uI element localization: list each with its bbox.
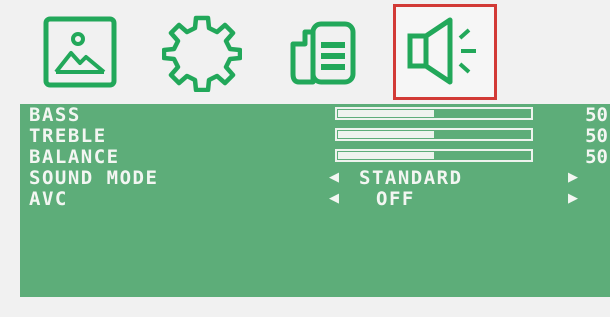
sound-mode-right-arrow-icon[interactable]: ▶ bbox=[568, 167, 578, 189]
avc-left-arrow-icon[interactable]: ◀ bbox=[329, 188, 339, 210]
tab-setup[interactable] bbox=[158, 4, 246, 100]
picture-icon bbox=[43, 16, 117, 88]
sound-mode-left-arrow-icon[interactable]: ◀ bbox=[329, 167, 339, 189]
bass-slider[interactable] bbox=[335, 107, 533, 120]
tab-sound[interactable] bbox=[393, 4, 497, 100]
tab-features[interactable] bbox=[279, 4, 367, 100]
balance-row[interactable]: BALANCE 50 bbox=[20, 146, 610, 168]
sound-mode-label: SOUND MODE bbox=[29, 167, 159, 189]
treble-row[interactable]: TREBLE 50 bbox=[20, 125, 610, 147]
speaker-icon bbox=[407, 17, 476, 85]
treble-slider-fill bbox=[338, 131, 434, 138]
bass-slider-fill bbox=[338, 110, 434, 117]
bottom-bezel bbox=[0, 297, 610, 317]
bass-value: 50 bbox=[585, 104, 608, 126]
balance-slider-fill bbox=[338, 152, 434, 159]
bass-row[interactable]: BASS 50 bbox=[20, 104, 610, 126]
bass-label: BASS bbox=[29, 104, 81, 126]
balance-label: BALANCE bbox=[29, 146, 120, 168]
sound-mode-value: STANDARD bbox=[359, 167, 463, 189]
avc-label: AVC bbox=[29, 188, 68, 210]
balance-value: 50 bbox=[585, 146, 608, 168]
document-icon bbox=[290, 21, 356, 85]
gear-icon bbox=[162, 15, 242, 92]
avc-right-arrow-icon[interactable]: ▶ bbox=[568, 188, 578, 210]
balance-slider[interactable] bbox=[335, 149, 533, 162]
tab-picture[interactable] bbox=[36, 4, 124, 100]
avc-value: OFF bbox=[376, 188, 415, 210]
sound-mode-row[interactable]: SOUND MODE ◀ STANDARD ▶ bbox=[20, 167, 610, 189]
avc-row[interactable]: AVC ◀ OFF ▶ bbox=[20, 188, 610, 210]
treble-value: 50 bbox=[585, 125, 608, 147]
osd-screen: BASS 50 TREBLE 50 BALANCE 50 SOUND MODE … bbox=[0, 0, 610, 317]
treble-label: TREBLE bbox=[29, 125, 107, 147]
sound-menu-panel: BASS 50 TREBLE 50 BALANCE 50 SOUND MODE … bbox=[20, 104, 610, 297]
menu-tab-bar bbox=[0, 0, 610, 102]
treble-slider[interactable] bbox=[335, 128, 533, 141]
